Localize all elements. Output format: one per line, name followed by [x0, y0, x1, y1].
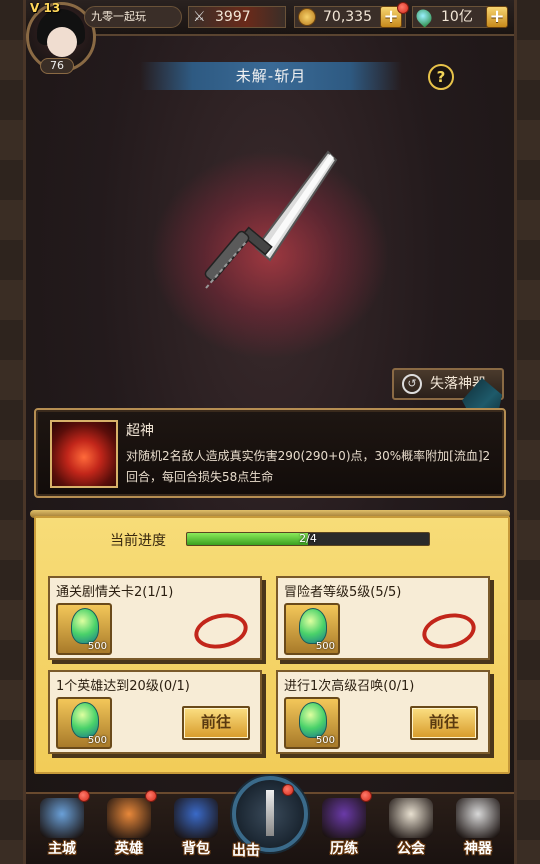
task-card: 1个英雄达到20级(0/1) 500 前往	[48, 670, 262, 754]
task-card: 进行1次高级召唤(0/1) 500 前往	[276, 670, 490, 754]
task-title: 进行1次高级召唤(0/1)	[284, 679, 415, 694]
nav-heroes[interactable]: 英雄	[97, 790, 161, 858]
right-border-decoration	[514, 0, 540, 864]
nav-notification-dot	[360, 790, 372, 802]
combat-power-value: 3997	[215, 9, 251, 25]
crossed-swords-icon: ⚔	[193, 9, 206, 25]
task-title: 通关剧情关卡2(1/1)	[56, 585, 174, 600]
task-card: 冒险者等级5级(5/5) 500	[276, 576, 490, 660]
skill-name: 超神	[126, 423, 154, 439]
go-button[interactable]: 前往	[182, 706, 250, 740]
nav-backpack[interactable]: 背包	[164, 794, 228, 858]
gem-reward-icon	[299, 702, 327, 738]
nav-main-city[interactable]: 主城	[30, 790, 94, 858]
gem-reward-icon	[299, 608, 327, 644]
crossed-swords-icon	[266, 790, 274, 836]
nav-label: 英雄	[115, 841, 143, 857]
reward-item[interactable]: 500	[284, 697, 340, 749]
coin-value: 70,335	[323, 9, 372, 25]
reward-amount: 500	[315, 735, 335, 746]
guild-icon	[389, 798, 433, 838]
completed-stamp-icon	[419, 608, 479, 654]
completed-stamp-icon	[191, 608, 251, 654]
add-gems-button[interactable]: +	[486, 6, 508, 28]
reward-amount: 500	[315, 641, 335, 652]
skill-description: 对随机2名敌人造成真实伤害290(290+0)点，30%概率附加[流血]2回合，…	[126, 449, 491, 484]
reward-item[interactable]: 500	[284, 603, 340, 655]
hero-icon	[107, 798, 151, 838]
progress-text: 2/4	[299, 532, 317, 545]
avatar-face	[47, 27, 77, 57]
gem-reward-icon	[71, 702, 99, 738]
nav-notification-dot	[78, 790, 90, 802]
progress-label: 当前进度	[110, 533, 166, 549]
task-title: 1个英雄达到20级(0/1)	[56, 679, 190, 694]
sword-illustration	[204, 150, 338, 289]
gem-icon	[413, 6, 435, 28]
nav-label: 背包	[182, 841, 210, 857]
player-level-badge: 76	[40, 58, 74, 74]
help-button[interactable]: ?	[428, 64, 454, 90]
skill-flame-icon	[50, 420, 118, 488]
go-button[interactable]: 前往	[410, 706, 478, 740]
mask-icon	[456, 798, 500, 838]
nav-training[interactable]: 历练	[312, 790, 376, 858]
task-card: 通关剧情关卡2(1/1) 500	[48, 576, 262, 660]
nav-notification-dot	[145, 790, 157, 802]
player-name: 九零一起玩	[84, 6, 182, 28]
coins-notification-dot	[397, 2, 409, 14]
page-title: 未解-斩月	[140, 62, 402, 90]
reward-amount: 500	[87, 641, 107, 652]
nav-label: 出击	[232, 843, 260, 859]
castle-icon	[40, 798, 84, 838]
skill-panel: 超神 对随机2名敌人造成真实伤害290(290+0)点，30%概率附加[流血]2…	[34, 408, 506, 498]
reward-item[interactable]: 500	[56, 697, 112, 749]
nav-label: 公会	[397, 841, 425, 857]
gem-value: 10亿	[441, 9, 473, 25]
backpack-icon	[174, 798, 218, 838]
nav-label: 历练	[330, 841, 358, 857]
reward-item[interactable]: 500	[56, 603, 112, 655]
nav-battle[interactable]: 出击	[232, 776, 308, 860]
gem-reward-icon	[71, 608, 99, 644]
game-screen: V 13 76 九零一起玩 ⚔ 3997 70,335 + 10亿 + 未解-斩…	[0, 0, 540, 864]
progress-panel: 当前进度 2/4 通关剧情关卡2(1/1) 500 冒险者等级5级(5/5) 5…	[34, 516, 510, 774]
task-title: 冒险者等级5级(5/5)	[284, 585, 402, 600]
progress-bar: 2/4	[186, 532, 430, 546]
nav-label: 主城	[48, 841, 76, 857]
combat-power-display: ⚔ 3997	[188, 6, 286, 28]
nav-label: 神器	[464, 841, 492, 857]
training-portal-icon	[322, 798, 366, 838]
nav-guild[interactable]: 公会	[379, 794, 443, 858]
vip-level: V 13	[30, 1, 61, 15]
reward-amount: 500	[87, 735, 107, 746]
nav-notification-dot	[282, 784, 294, 796]
nav-artifact[interactable]: 神器	[446, 794, 510, 858]
left-border-decoration	[0, 0, 26, 864]
coin-icon	[298, 8, 316, 26]
swirl-icon: ↺	[402, 374, 422, 394]
